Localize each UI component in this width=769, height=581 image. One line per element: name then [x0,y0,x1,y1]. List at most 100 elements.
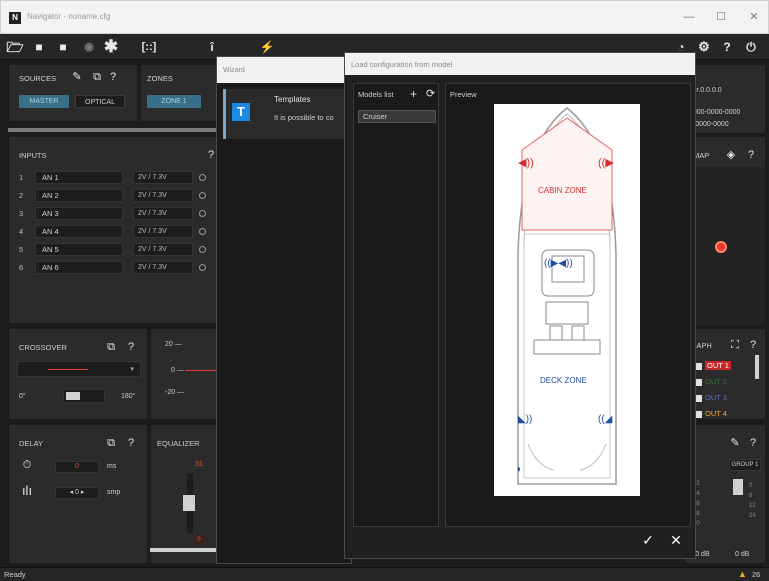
copy-settings-icon[interactable]: ⧉ [105,437,117,449]
save-icon[interactable]: ■ [30,38,48,56]
confirm-check-icon[interactable]: ✓ [637,531,659,549]
input-name-field[interactable]: AN 4 [35,225,123,238]
speaker-marker-icon[interactable] [715,241,727,253]
group-fader-handle[interactable] [733,479,743,495]
fullscreen-icon[interactable]: ⛶ [729,339,741,351]
crossover-filter-select[interactable]: ▾ [17,361,141,377]
out-4-checkbox[interactable] [695,411,702,418]
deck-zone-label: DECK ZONE [540,376,587,385]
input-radio[interactable] [199,264,206,271]
input-num: 5 [19,245,24,254]
maximize-button[interactable]: ☐ [713,10,729,24]
pencil-icon[interactable]: ✎ [729,437,741,449]
wizard-templates-item[interactable]: T Templates It is possible to co [223,89,351,139]
wizard-item-desc: It is possible to co [274,113,334,122]
cancel-close-icon[interactable]: ✕ [665,531,687,549]
locate-icon[interactable]: ◈ [725,149,737,161]
input-name-field[interactable]: AN 1 [35,171,123,184]
save-as-icon[interactable]: ■ [54,38,72,56]
phase-toggle[interactable] [63,389,105,403]
model-item-cruiser[interactable]: Cruiser [358,110,436,123]
preview-panel: Preview ◀)) ((▶ CABIN ZONE ((▶◀)) DECK Z… [445,83,691,527]
help-icon[interactable]: ? [125,437,137,449]
input-row[interactable]: 3 AN 3 2V / 7.3V [19,207,219,221]
wizard-dialog: Wizard T Templates It is possible to co [216,56,352,564]
copy-icon[interactable]: ⧉ [105,341,117,353]
input-row[interactable]: 6 AN 6 2V / 7.3V [19,261,219,275]
input-name-field[interactable]: AN 2 [35,189,123,202]
input-radio[interactable] [199,192,206,199]
input-gain-select[interactable]: 2V / 7.3V [133,261,193,274]
power-icon[interactable]: ⏻ [742,38,760,56]
graph-scrollbar[interactable] [755,355,759,379]
input-num: 3 [19,209,24,218]
crossover-panel: CROSSOVER ⧉ ? ▾ 0° 180° [8,328,148,420]
refresh-icon[interactable]: ⟳ [426,87,435,100]
input-radio[interactable] [199,246,206,253]
out-3-checkbox[interactable] [695,395,702,402]
magic-wand-icon[interactable]: ⚡ [258,38,276,56]
deck-left-speaker-icon[interactable]: ◣)) [518,414,532,425]
delay-smp-stepper[interactable]: ◂ 0 ▸ [55,487,99,499]
cabin-zone-label: CABIN ZONE [538,186,587,195]
help-icon[interactable]: ? [747,339,759,351]
input-row[interactable]: 5 AN 5 2V / 7.3V [19,243,219,257]
input-name-field[interactable]: AN 3 [35,207,123,220]
warning-icon[interactable]: ▲ [738,569,747,579]
meter-panel: E ✎ ? GROUP 1 601224364860 061224 -20 dB… [684,424,766,564]
models-list-label: Models list [358,90,394,99]
minimize-button[interactable]: — [681,10,697,24]
input-radio[interactable] [199,174,206,181]
cabin-left-speaker-icon[interactable]: ◀)) [518,156,534,169]
settings-gear-icon[interactable]: ⚙ [695,38,713,56]
close-button[interactable]: ✕ [746,10,762,24]
input-radio[interactable] [199,228,206,235]
eq-gain-value[interactable]: 0 [193,535,205,545]
help-icon[interactable]: ? [107,71,119,83]
pencil-icon[interactable]: ✎ [71,71,83,83]
fader-scale: 0 6 12 24 [749,483,756,519]
input-num: 6 [19,263,24,272]
input-gain-select[interactable]: 2V / 7.3V [133,189,193,202]
rear-speaker-icon[interactable]: ◗ [516,464,522,475]
input-row[interactable]: 4 AN 4 2V / 7.3V [19,225,219,239]
warning-count: 26 [752,570,761,579]
input-gain-select[interactable]: 2V / 7.3V [133,243,193,256]
input-gain-select[interactable]: 2V / 7.3V [133,225,193,238]
source-master-button[interactable]: MASTER [19,95,69,108]
deck-right-speaker-icon[interactable]: ((◢ [598,414,612,425]
input-radio[interactable] [199,210,206,217]
help-icon[interactable]: ? [718,38,736,56]
out-1-checkbox[interactable] [695,363,702,370]
input-name-field[interactable]: AN 6 [35,261,123,274]
snowflake-icon[interactable]: ✱ [102,38,120,56]
out-2-checkbox[interactable] [695,379,702,386]
group-select[interactable]: GROUP 1 [729,459,761,471]
input-row[interactable]: 1 AN 1 2V / 7.3V [19,171,219,185]
device-id-1: 0000-0000-0000 [689,109,741,116]
add-model-icon[interactable]: + [410,87,417,101]
stepper-right-icon[interactable]: ▸ [79,489,85,496]
help-icon[interactable]: ? [747,437,759,449]
open-folder-icon[interactable]: 🗁 [6,38,24,56]
input-name-field[interactable]: AN 5 [35,243,123,256]
zones-title: ZONES [147,74,173,83]
power-device-icon[interactable]: ◉ [80,38,98,56]
delay-title: DELAY [19,439,44,448]
center-speakers-icon[interactable]: ((▶◀)) [544,258,573,269]
matrix-icon[interactable]: [::] [140,38,158,56]
zone-1-button[interactable]: ZONE 1 [147,95,201,108]
input-row[interactable]: 2 AN 2 2V / 7.3V [19,189,219,203]
source-optical-button[interactable]: OPTICAL [75,95,125,108]
sources-title: SOURCES [19,74,57,83]
eq-slider-handle[interactable] [183,495,195,511]
delay-ms-field[interactable]: 0 [55,461,99,473]
input-gain-select[interactable]: 2V / 7.3V [133,207,193,220]
template-icon: T [232,103,250,121]
copy-icon[interactable]: ⧉ [91,71,103,83]
help-icon[interactable]: ? [125,341,137,353]
input-gain-select[interactable]: 2V / 7.3V [133,171,193,184]
mic-icon[interactable]: ȋ [203,38,221,56]
help-icon[interactable]: ? [745,149,757,161]
cabin-right-speaker-icon[interactable]: ((▶ [598,156,614,169]
